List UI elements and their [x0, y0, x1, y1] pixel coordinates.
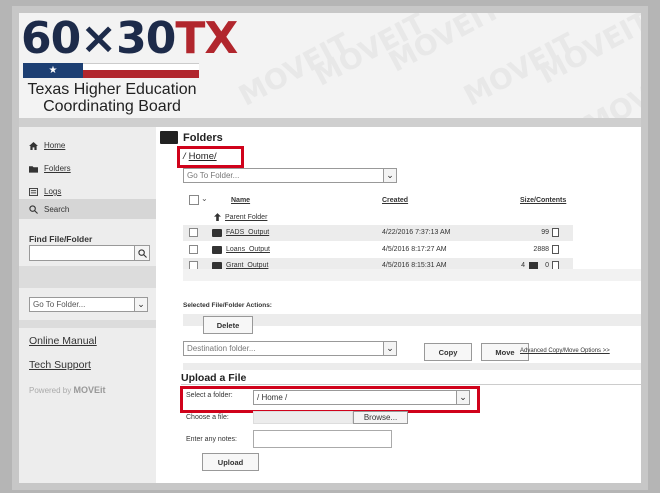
file-path-field[interactable] — [253, 411, 353, 424]
select-folder-value: / Home / — [257, 393, 288, 402]
file-icon — [552, 245, 559, 254]
folder-icon — [212, 229, 222, 237]
chevron-down-icon: ⌄ — [456, 391, 469, 404]
goto-folder-value: Go To Folder... — [33, 300, 86, 309]
screenshot-frame: MOVEIT MOVEIT MOVEIT MOVEIT MOVEIT MOVEI… — [12, 6, 648, 490]
search-icon — [29, 204, 38, 214]
select-folder-select[interactable]: / Home / ⌄ — [253, 390, 470, 405]
page-title: Folders — [160, 131, 223, 144]
logo-suffix: TX — [175, 13, 238, 64]
powered-by-label: Powered by — [29, 386, 72, 395]
chevron-down-icon: ⌄ — [383, 342, 396, 355]
created-date: 4/5/2016 8:15:31 AM — [382, 262, 447, 269]
actions-label: Selected File/Folder Actions: — [183, 302, 272, 309]
folder-name-link[interactable]: FADS_Output — [226, 229, 269, 236]
list-footer-band — [183, 269, 641, 281]
folder-icon — [160, 131, 178, 144]
sidebar-band — [19, 320, 156, 328]
created-date: 4/22/2016 7:37:13 AM — [382, 229, 451, 236]
section-divider — [181, 384, 641, 385]
row-checkbox[interactable] — [189, 228, 198, 237]
logo-number: 60×30 — [21, 13, 176, 64]
tech-support-link[interactable]: Tech Support — [29, 359, 91, 371]
table-row[interactable]: FADS_Output 4/22/2016 7:37:13 AM 99 — [183, 225, 573, 241]
folder-name-link[interactable]: Loans_Output — [226, 246, 270, 253]
find-file-folder-input[interactable] — [29, 245, 135, 261]
choose-file-label: Choose a file: — [186, 414, 229, 421]
star-icon: ★ — [23, 63, 83, 78]
sidebar-search[interactable]: Search — [19, 199, 156, 219]
chevron-down-icon[interactable]: ⌄ — [201, 194, 208, 203]
browse-button[interactable]: Browse... — [353, 411, 408, 424]
sidebar-item-label: Logs — [44, 187, 62, 196]
sidebar: Home Folders Logs Search Find File/Folde… — [19, 127, 156, 483]
subfolder-count: 4 — [521, 262, 525, 269]
folder-icon — [212, 246, 222, 254]
upload-button[interactable]: Upload — [202, 453, 259, 471]
column-header-size[interactable]: Size/Contents — [520, 197, 566, 204]
breadcrumb[interactable]: / Home/ — [183, 151, 217, 162]
folder-icon — [29, 165, 38, 173]
section-divider — [183, 363, 641, 370]
created-date: 4/5/2016 8:17:27 AM — [382, 246, 447, 253]
sidebar-goto-folder-select[interactable]: Go To Folder... ⌄ — [29, 297, 148, 312]
folder-name-link[interactable]: Grant_Output — [226, 262, 268, 269]
sidebar-item-home[interactable]: Home — [29, 141, 65, 150]
chevron-down-icon: ⌄ — [134, 298, 147, 311]
powered-by: Powered by MOVEit — [29, 385, 106, 395]
column-header-created[interactable]: Created — [382, 197, 408, 204]
powered-by-brand: MOVEit — [73, 385, 106, 395]
breadcrumb-home[interactable]: Home/ — [189, 151, 217, 162]
find-search-button[interactable] — [134, 245, 150, 261]
breadcrumb-slash: / — [183, 151, 186, 162]
arrow-up-icon — [214, 213, 221, 221]
logs-icon — [29, 187, 38, 196]
logo-subtitle: Texas Higher Education Coordinating Boar… — [27, 81, 197, 115]
delete-button[interactable]: Delete — [203, 316, 253, 334]
sidebar-item-folders[interactable]: Folders — [29, 164, 71, 173]
page-title-text: Folders — [183, 131, 223, 144]
main-content: Folders / Home/ Go To Folder... ⌄ ⌄ Name … — [156, 127, 641, 483]
advanced-options-link[interactable]: Advanced Copy/Move Options >> — [520, 348, 610, 354]
page-header: MOVEIT MOVEIT MOVEIT MOVEIT MOVEIT MOVEI… — [19, 13, 641, 118]
destination-folder-value: Destination folder... — [187, 344, 256, 353]
search-icon — [137, 248, 147, 258]
goto-folder-select[interactable]: Go To Folder... ⌄ — [183, 168, 397, 183]
destination-folder-select[interactable]: Destination folder... ⌄ — [183, 341, 397, 356]
goto-folder-value: Go To Folder... — [187, 171, 240, 180]
page: MOVEIT MOVEIT MOVEIT MOVEIT MOVEIT MOVEI… — [19, 13, 641, 483]
select-folder-label: Select a folder: — [186, 392, 233, 399]
notes-field[interactable] — [253, 430, 392, 448]
header-divider — [19, 118, 641, 127]
flag-stripe: ★ — [23, 63, 199, 78]
file-icon — [552, 228, 559, 237]
select-all-checkbox[interactable] — [189, 195, 199, 205]
parent-folder-label: Parent Folder — [225, 213, 268, 221]
find-file-folder-label: Find File/Folder — [29, 234, 93, 244]
watermark: MOVEIT — [533, 13, 641, 91]
parent-folder-link[interactable]: Parent Folder — [214, 213, 267, 221]
logo-line-2: Coordinating Board — [43, 98, 181, 115]
folder-icon — [529, 262, 538, 269]
logo: 60×30TX ★ Texas Higher Education Coordin… — [21, 13, 238, 116]
copy-button[interactable]: Copy — [424, 343, 472, 361]
column-header-name[interactable]: Name — [231, 197, 250, 204]
logo-line-1: Texas Higher Education — [27, 81, 197, 98]
online-manual-link[interactable]: Online Manual — [29, 335, 97, 347]
file-count: 0 — [545, 262, 549, 269]
sidebar-item-label: Home — [44, 141, 66, 150]
home-icon — [29, 141, 38, 150]
row-checkbox[interactable] — [189, 245, 198, 254]
sidebar-band — [19, 266, 156, 288]
search-label: Search — [44, 204, 70, 214]
table-row[interactable]: Loans_Output 4/5/2016 8:17:27 AM 2888 — [183, 242, 573, 258]
chevron-down-icon: ⌄ — [383, 169, 396, 182]
notes-label: Enter any notes: — [186, 436, 237, 443]
size-value: 2888 — [533, 246, 549, 253]
size-value: 99 — [541, 229, 549, 236]
sidebar-item-logs[interactable]: Logs — [29, 187, 61, 196]
sidebar-item-label: Folders — [44, 164, 71, 173]
upload-section-title: Upload a File — [181, 372, 247, 384]
